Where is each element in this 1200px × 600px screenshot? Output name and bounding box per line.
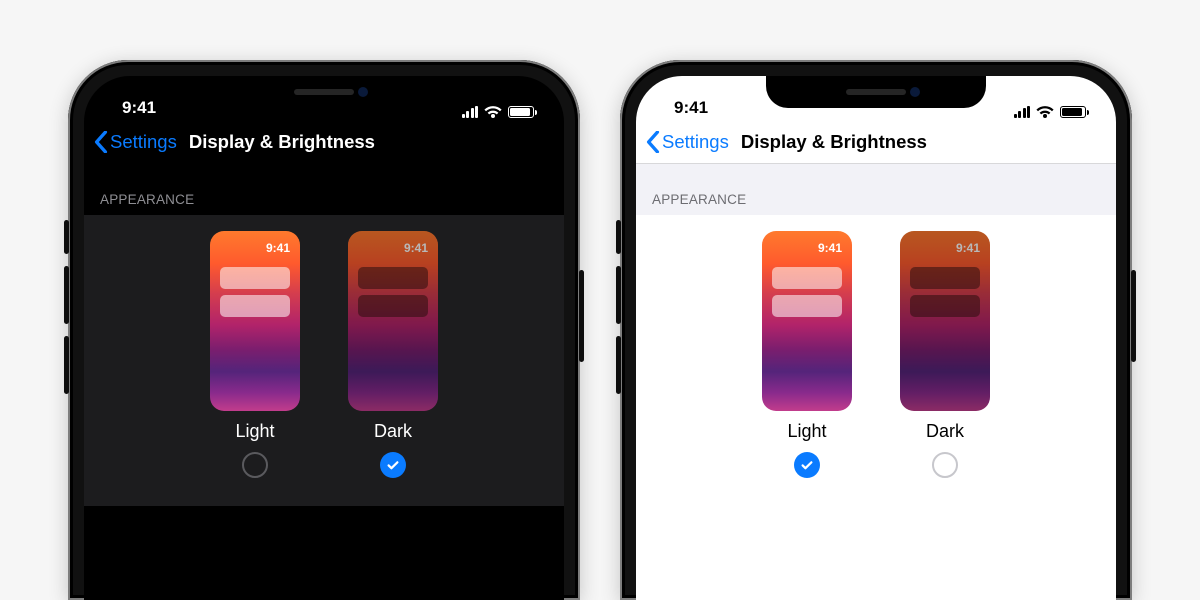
back-button[interactable]: Settings — [94, 131, 177, 153]
preview-widget — [220, 267, 290, 289]
screen: 9:41 Settings D — [84, 76, 564, 600]
section-header-appearance: APPEARANCE — [84, 164, 564, 215]
back-button[interactable]: Settings — [646, 131, 729, 153]
radio-light[interactable] — [794, 452, 820, 478]
front-camera — [910, 87, 920, 97]
volume-down-button — [64, 336, 69, 394]
preview-time: 9:41 — [956, 241, 980, 255]
section-header-appearance: APPEARANCE — [636, 164, 1116, 215]
preview-widget — [772, 295, 842, 317]
preview-widget — [358, 295, 428, 317]
signal-icon — [462, 106, 479, 118]
phone-frame-dark: 9:41 Settings D — [68, 60, 580, 600]
preview-time: 9:41 — [404, 241, 428, 255]
device-notch — [766, 76, 986, 108]
appearance-option-dark[interactable]: 9:41 Dark — [900, 231, 990, 478]
preview-widget — [910, 295, 980, 317]
radio-dark[interactable] — [380, 452, 406, 478]
nav-bar: Settings Display & Brightness — [636, 120, 1116, 164]
wifi-icon — [1036, 106, 1054, 118]
preview-widget — [358, 267, 428, 289]
checkmark-icon — [800, 458, 814, 472]
page-title: Display & Brightness — [189, 131, 375, 153]
speaker-grille — [846, 89, 906, 95]
appearance-option-light[interactable]: 9:41 Light — [762, 231, 852, 478]
option-label-dark: Dark — [374, 421, 412, 442]
option-label-light: Light — [787, 421, 826, 442]
preview-time: 9:41 — [818, 241, 842, 255]
preview-widget — [772, 267, 842, 289]
option-label-light: Light — [235, 421, 274, 442]
battery-icon — [1060, 106, 1086, 118]
power-button — [1131, 270, 1136, 362]
checkmark-icon — [386, 458, 400, 472]
preview-dark: 9:41 — [900, 231, 990, 411]
signal-icon — [1014, 106, 1031, 118]
wifi-icon — [484, 106, 502, 118]
status-time: 9:41 — [660, 98, 708, 118]
chevron-left-icon — [94, 131, 108, 153]
speaker-grille — [294, 89, 354, 95]
phone-frame-light: 9:41 Settings D — [620, 60, 1132, 600]
preview-dark: 9:41 — [348, 231, 438, 411]
status-icons — [462, 106, 541, 118]
preview-widget — [910, 267, 980, 289]
chevron-left-icon — [646, 131, 660, 153]
screen: 9:41 Settings D — [636, 76, 1116, 600]
page-title: Display & Brightness — [741, 131, 927, 153]
status-time: 9:41 — [108, 98, 156, 118]
battery-icon — [508, 106, 534, 118]
radio-dark[interactable] — [932, 452, 958, 478]
preview-time: 9:41 — [266, 241, 290, 255]
preview-light: 9:41 — [762, 231, 852, 411]
mute-switch — [616, 220, 621, 254]
back-label: Settings — [662, 131, 729, 153]
preview-light: 9:41 — [210, 231, 300, 411]
preview-widget — [220, 295, 290, 317]
back-label: Settings — [110, 131, 177, 153]
appearance-option-light[interactable]: 9:41 Light — [210, 231, 300, 478]
nav-bar: Settings Display & Brightness — [84, 120, 564, 164]
status-icons — [1014, 106, 1093, 118]
option-label-dark: Dark — [926, 421, 964, 442]
appearance-options: 9:41 Light 9:41 — [636, 215, 1116, 506]
volume-up-button — [64, 266, 69, 324]
power-button — [579, 270, 584, 362]
volume-up-button — [616, 266, 621, 324]
volume-down-button — [616, 336, 621, 394]
appearance-options: 9:41 Light 9:41 Dark — [84, 215, 564, 506]
appearance-option-dark[interactable]: 9:41 Dark — [348, 231, 438, 478]
radio-light[interactable] — [242, 452, 268, 478]
mute-switch — [64, 220, 69, 254]
device-notch — [214, 76, 434, 108]
front-camera — [358, 87, 368, 97]
